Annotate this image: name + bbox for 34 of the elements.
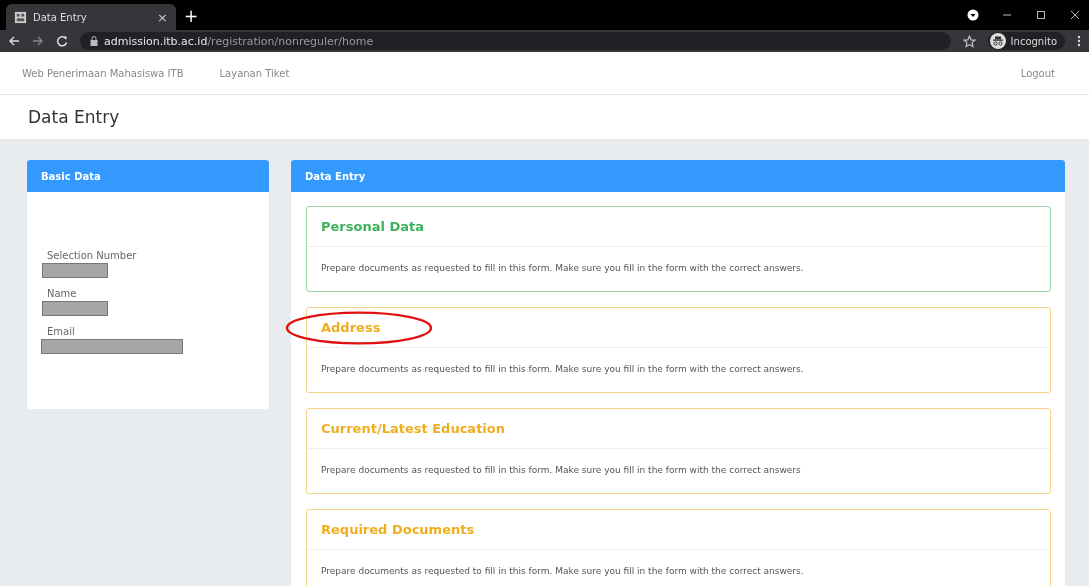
card-header: Data Entry — [291, 160, 1065, 192]
browser-tab[interactable]: Data Entry × — [6, 4, 176, 30]
extension-icon[interactable] — [967, 9, 979, 21]
new-tab-button[interactable]: + — [184, 6, 199, 26]
incognito-profile-button[interactable]: Incognito — [987, 32, 1065, 50]
nav-link[interactable]: Layanan Tiket — [219, 67, 290, 79]
form-section-card[interactable]: Address Prepare documents as requested to fill in this form. Make sure you fill in the form with the correct answers. — [306, 307, 1051, 393]
field-label: Email — [46, 326, 76, 337]
nav-link[interactable]: Web Penerimaan Mahasiswa ITB — [22, 67, 184, 79]
forward-arrow-icon[interactable] — [32, 35, 44, 47]
close-tab-button[interactable]: × — [157, 9, 168, 25]
section-description: Prepare documents as requested to fill in this form. Make sure you fill in the form with the correct answers — [321, 465, 801, 475]
form-section-card[interactable]: Current/Latest Education Prepare documents as requested to fill in this form. Make sure you fill in the form with the correct answers — [306, 408, 1051, 494]
card-header: Basic Data — [27, 160, 269, 192]
section-description: Prepare documents as requested to fill in this form. Make sure you fill in the form with the correct answers. — [321, 566, 804, 576]
field-label: Name — [46, 288, 78, 299]
section-description: Prepare documents as requested to fill in this form. Make sure you fill in the form with the correct answers. — [321, 263, 804, 273]
menu-icon[interactable] — [1077, 35, 1081, 47]
address-field[interactable]: admission.itb.ac.id/registration/nonreguler/home — [80, 32, 951, 50]
section-description: Prepare documents as requested to fill in this form. Make sure you fill in the form with the correct answers. — [321, 364, 804, 374]
reload-icon[interactable] — [56, 35, 68, 47]
lock-icon — [90, 36, 98, 46]
field-label: Selection Number — [46, 250, 138, 261]
tab-title: Data Entry — [33, 11, 88, 23]
page-title: Data Entry — [28, 107, 120, 127]
close-icon[interactable] — [1069, 9, 1081, 21]
back-arrow-icon[interactable] — [8, 35, 20, 47]
incognito-icon — [989, 33, 1006, 49]
star-icon[interactable] — [962, 34, 976, 48]
logout-link[interactable]: Logout — [1020, 67, 1055, 79]
form-section-card[interactable]: Required Documents Prepare documents as requested to fill in this form. Make sure you fill in the form with the correct answers. — [306, 509, 1051, 586]
form-section-card[interactable]: Personal Data Prepare documents as requested to fill in this form. Make sure you fill in the form with the correct answers. — [306, 206, 1051, 292]
site-logo-icon — [14, 10, 27, 24]
restore-icon[interactable] — [1035, 9, 1047, 21]
